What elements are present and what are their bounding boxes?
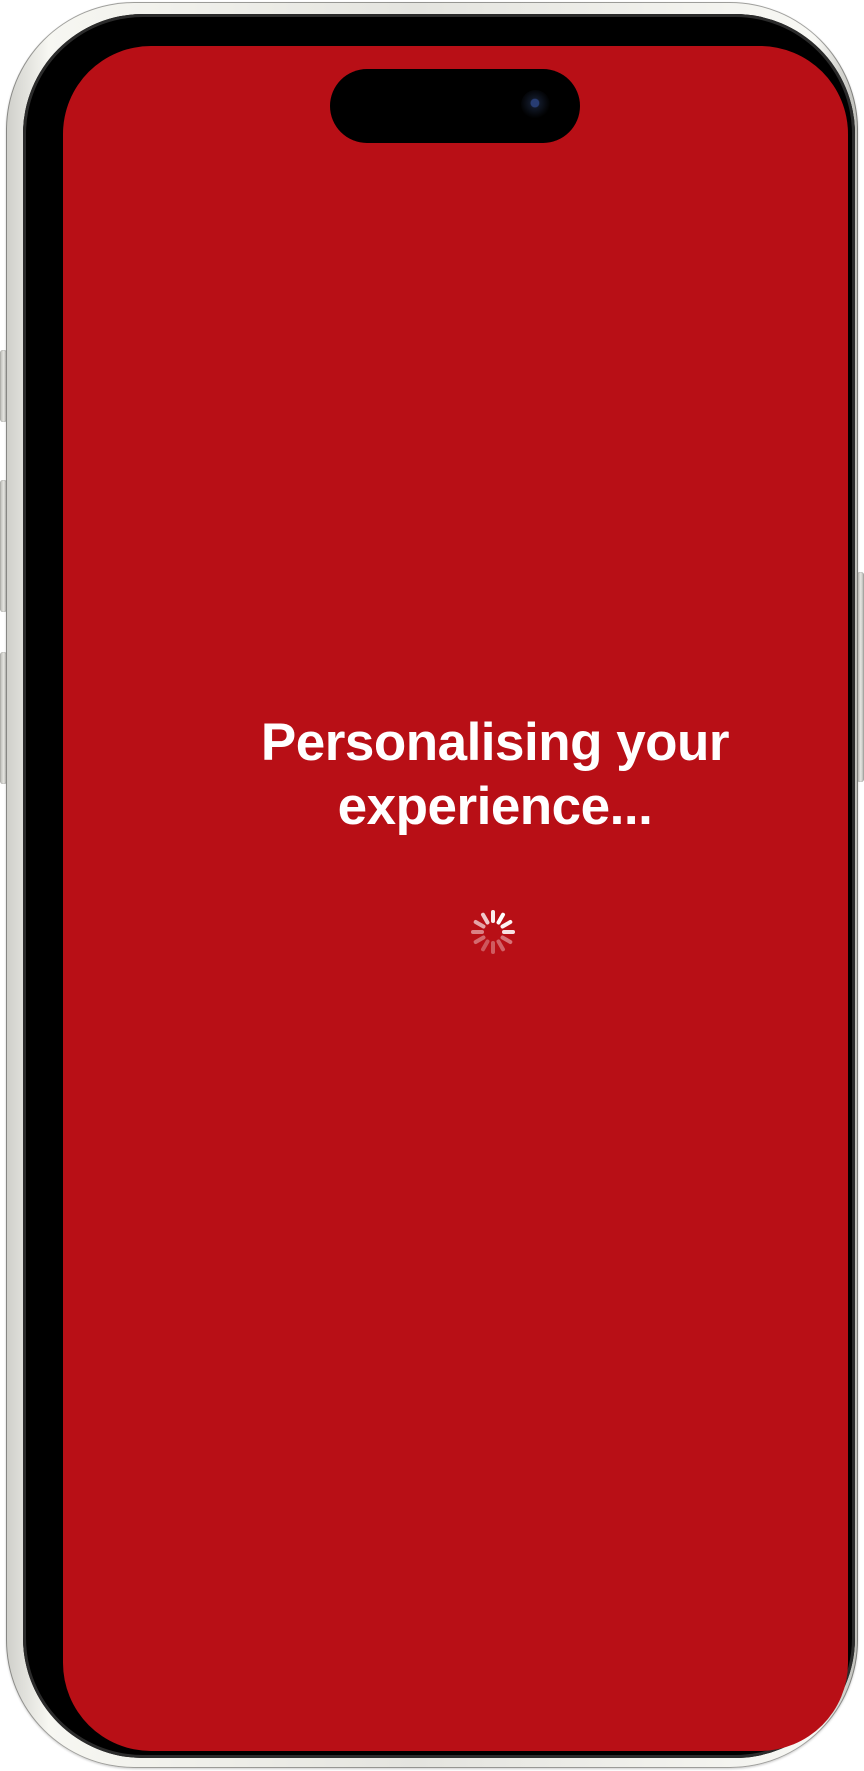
app-screen: Personalising your experience... bbox=[0, 0, 864, 1771]
power-button bbox=[857, 572, 864, 782]
spinner-segment bbox=[491, 941, 495, 954]
spinner-segment bbox=[502, 930, 515, 934]
front-camera-icon bbox=[521, 90, 550, 119]
loading-screen: Personalising your experience... bbox=[63, 46, 848, 1751]
loading-spinner-icon bbox=[469, 908, 517, 956]
spinner-segment bbox=[491, 910, 495, 923]
loading-title: Personalising your experience... bbox=[260, 713, 730, 836]
device-frame: Personalising your experience... bbox=[6, 2, 858, 1768]
spinner-segment bbox=[471, 930, 484, 934]
device-body: Personalising your experience... bbox=[23, 14, 855, 1758]
